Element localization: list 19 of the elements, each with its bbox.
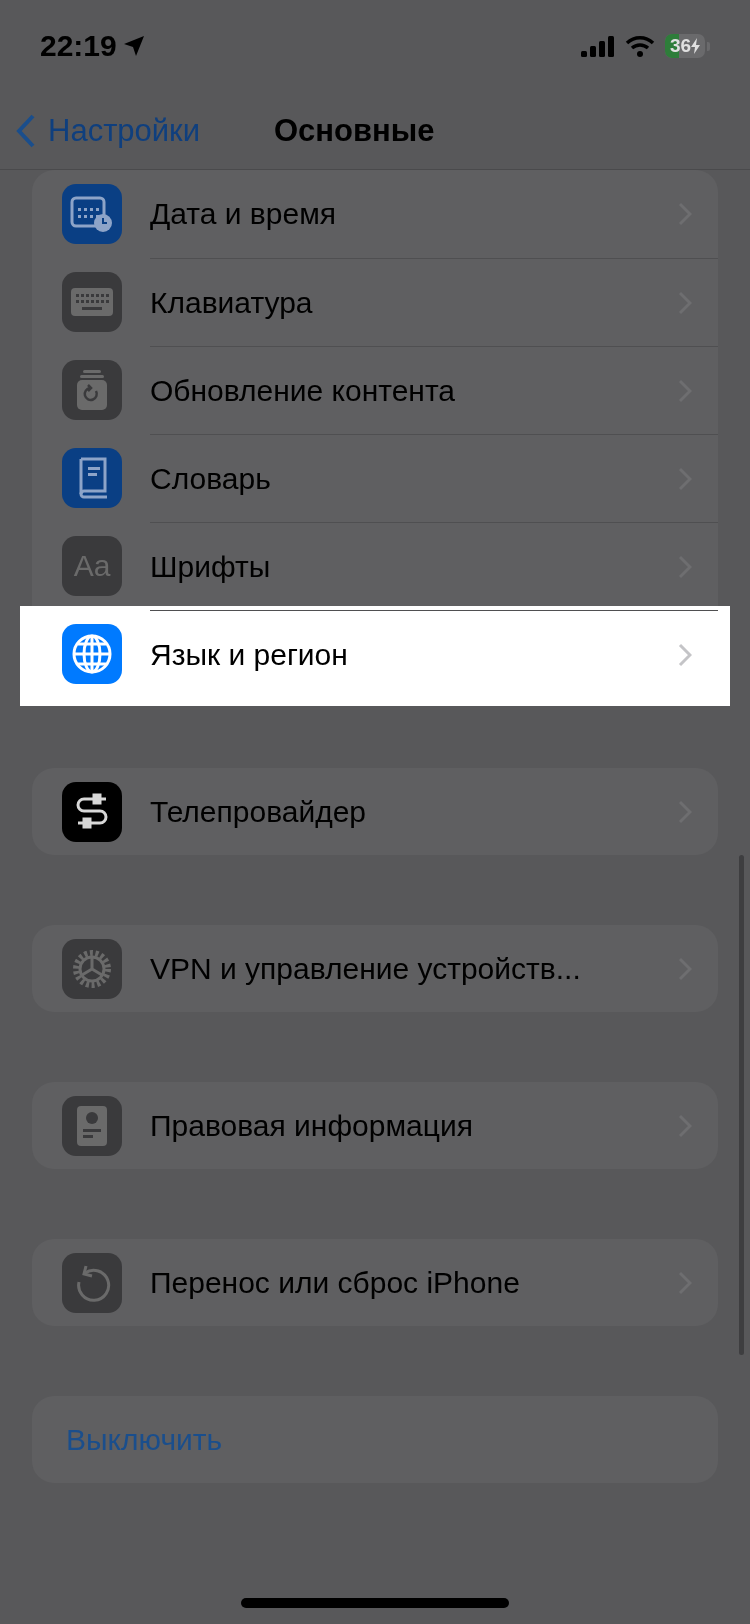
settings-item-label[interactable]: Шрифты (150, 549, 271, 584)
settings-item-label[interactable]: Правовая информация (150, 1108, 473, 1143)
clock-time: 22:19 (40, 29, 117, 63)
settings-item-label[interactable]: Язык и регион (150, 637, 348, 672)
chevron-right-icon (678, 642, 692, 667)
chevron-left-icon (16, 113, 36, 148)
settings-item-label[interactable]: Перенос или сброс iPhone (150, 1265, 520, 1300)
settings-item-label[interactable]: Телепровайдер (150, 794, 367, 829)
page-title: Основные (274, 112, 435, 149)
battery-indicator: 36 (665, 34, 705, 58)
settings-item-label[interactable]: VPN и управление устройств... (150, 951, 581, 986)
settings-item-label[interactable]: Дата и время (150, 197, 337, 231)
location-arrow-icon (122, 35, 145, 57)
highlighted-row[interactable]: Язык и регион (20, 606, 730, 706)
settings-item-label[interactable]: Словарь (150, 461, 271, 496)
settings-item-label[interactable]: Клавиатура (150, 285, 313, 320)
signal-icon (581, 35, 615, 57)
settings-item-label[interactable]: Обновление контента (150, 373, 455, 408)
wifi-icon (625, 35, 655, 57)
